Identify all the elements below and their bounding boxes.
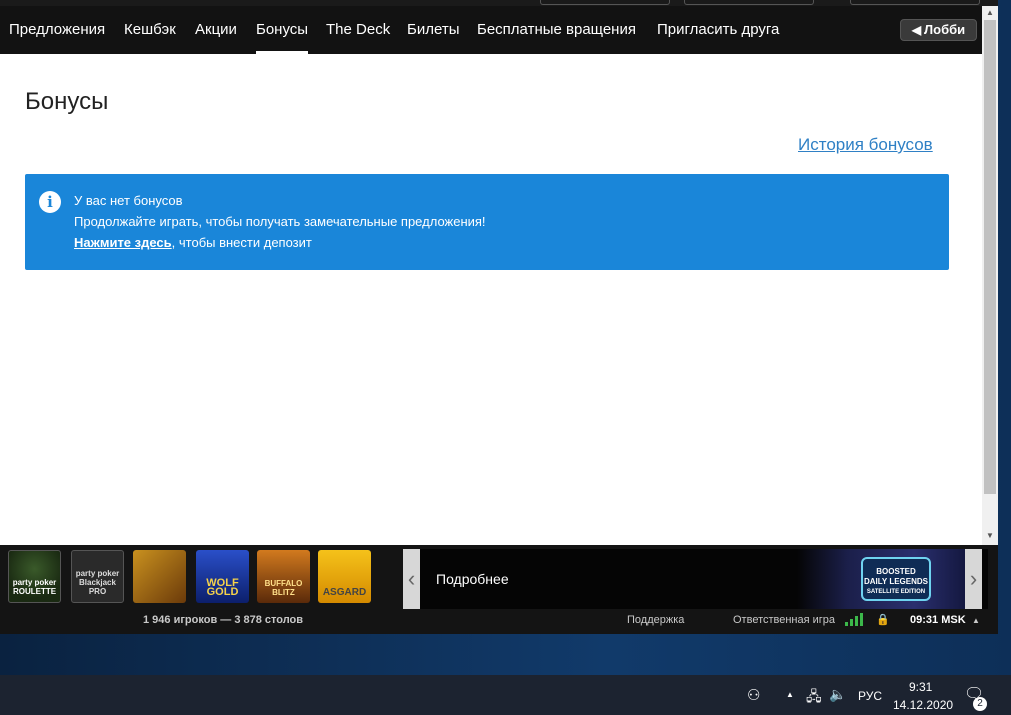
promo-more-label: Подробнее bbox=[436, 571, 509, 587]
scroll-up-arrow-icon[interactable]: ▲ bbox=[982, 6, 998, 20]
page-title: Бонусы bbox=[25, 88, 109, 115]
responsible-gaming-link[interactable]: Ответственная игра bbox=[733, 614, 835, 626]
notification-count-badge: 2 bbox=[973, 697, 987, 711]
badge-line3: SATELLITE EDITION bbox=[866, 589, 926, 595]
caret-up-icon[interactable]: ▲ bbox=[972, 616, 980, 625]
info-icon: i bbox=[39, 191, 61, 213]
lock-icon: 🔒 bbox=[876, 614, 890, 626]
people-icon[interactable]: ⚇ bbox=[747, 686, 760, 704]
language-indicator[interactable]: РУС bbox=[858, 689, 882, 703]
alert-title: У вас нет бонусов bbox=[74, 193, 183, 208]
scroll-thumb[interactable] bbox=[984, 20, 996, 494]
badge-line1: BOOSTED bbox=[876, 567, 916, 576]
no-bonuses-alert: i У вас нет бонусов Продолжайте играть, … bbox=[25, 174, 949, 270]
nav-item-tickets[interactable]: Билеты bbox=[407, 6, 459, 54]
alert-deposit-line: Нажмите здесь, чтобы внести депозит bbox=[74, 235, 312, 250]
top-nav: Предложения Кешбэк Акции Бонусы The Deck… bbox=[0, 6, 998, 54]
back-arrow-icon: ◀ bbox=[911, 23, 922, 37]
volume-icon[interactable]: 🔈 bbox=[829, 686, 846, 703]
chevron-right-icon[interactable]: › bbox=[965, 549, 982, 609]
bonus-history-link[interactable]: История бонусов bbox=[798, 135, 933, 155]
game-label: party poker ROULETTE bbox=[12, 578, 57, 596]
app-window: Предложения Кешбэк Акции Бонусы The Deck… bbox=[0, 0, 998, 634]
nav-item-bonuses[interactable]: Бонусы bbox=[256, 6, 309, 54]
game-label: BUFFALO BLITZ bbox=[264, 579, 303, 597]
alert-deposit-text: , чтобы внести депозит bbox=[171, 235, 312, 250]
scroll-down-arrow-icon[interactable]: ▼ bbox=[982, 529, 998, 543]
game-tile-3[interactable] bbox=[133, 550, 186, 603]
promo-banner-image: BOOSTED DAILY LEGENDS SATELLITE EDITION bbox=[797, 549, 965, 609]
main-content: Бонусы История бонусов i У вас нет бонус… bbox=[0, 54, 982, 545]
promo-banner[interactable]: ‹ Подробнее BOOSTED DAILY LEGENDS SATELL… bbox=[403, 549, 988, 609]
chevron-left-icon[interactable]: ‹ bbox=[403, 549, 420, 609]
deposit-link[interactable]: Нажмите здесь bbox=[74, 235, 172, 250]
taskbar-time[interactable]: 9:31 bbox=[909, 680, 932, 694]
support-link[interactable]: Поддержка bbox=[627, 614, 684, 626]
bottom-bar: party poker ROULETTE party poker Blackja… bbox=[0, 545, 998, 634]
game-tile-blackjack[interactable]: party poker Blackjack PRO bbox=[71, 550, 124, 603]
taskbar-date[interactable]: 14.12.2020 bbox=[893, 698, 953, 712]
nav-item-offers[interactable]: Предложения bbox=[9, 6, 105, 54]
nav-item-free-spins[interactable]: Бесплатные вращения bbox=[477, 6, 636, 54]
vertical-scrollbar[interactable]: ▲ ▼ bbox=[982, 6, 998, 545]
game-tile-asgard[interactable]: ASGARD bbox=[318, 550, 371, 603]
nav-item-promotions[interactable]: Акции bbox=[195, 6, 237, 54]
signal-bars-icon bbox=[845, 613, 863, 626]
daily-legends-badge: BOOSTED DAILY LEGENDS SATELLITE EDITION bbox=[861, 557, 931, 601]
game-tile-roulette[interactable]: party poker ROULETTE bbox=[8, 550, 61, 603]
game-label: WOLF GOLD bbox=[206, 577, 239, 598]
nav-item-refer-friend[interactable]: Пригласить друга bbox=[657, 6, 779, 54]
show-hidden-icons-chevron-icon[interactable]: ▲ bbox=[786, 690, 794, 699]
game-tile-wolf-gold[interactable]: WOLF GOLD bbox=[196, 550, 249, 603]
status-bar: 1 946 игроков — 3 878 столов Поддержка О… bbox=[0, 610, 998, 630]
players-count: 1 946 игроков — 3 878 столов bbox=[143, 614, 304, 626]
badge-line2: DAILY LEGENDS bbox=[863, 577, 928, 586]
nav-item-cashback[interactable]: Кешбэк bbox=[124, 6, 176, 54]
game-tile-buffalo-blitz[interactable]: BUFFALO BLITZ bbox=[257, 550, 310, 603]
lobby-label: Лобби bbox=[924, 22, 966, 37]
windows-taskbar: ⚇ ▲ 🖧 🔈 РУС 9:31 14.12.2020 🗨 2 bbox=[0, 675, 1011, 715]
network-icon[interactable]: 🖧 bbox=[806, 686, 822, 710]
lobby-button[interactable]: ◀ Лобби bbox=[900, 19, 977, 41]
nav-item-the-deck[interactable]: The Deck bbox=[326, 6, 390, 54]
game-label: ASGARD bbox=[322, 587, 367, 598]
alert-message: Продолжайте играть, чтобы получать замеч… bbox=[74, 214, 486, 229]
clock-time: 09:31 MSK bbox=[910, 614, 966, 626]
game-label: party poker Blackjack PRO bbox=[75, 569, 120, 596]
